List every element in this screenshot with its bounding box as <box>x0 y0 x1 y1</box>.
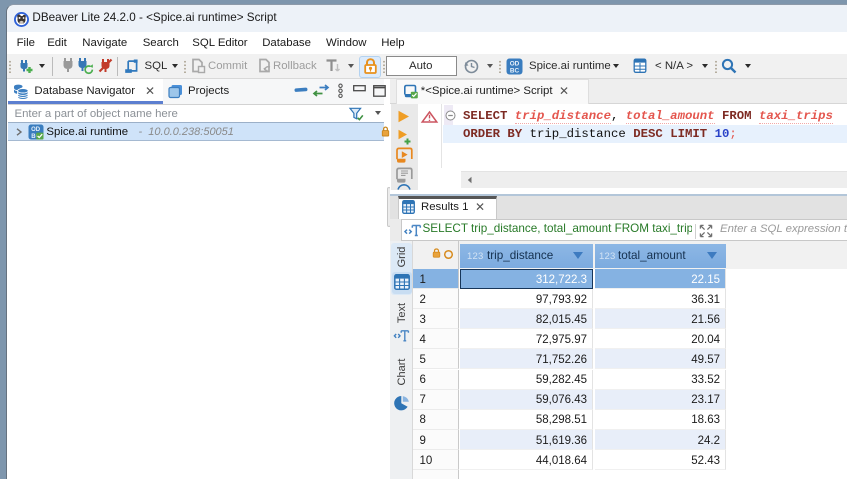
svg-text:OD: OD <box>510 60 520 67</box>
svg-text:OD: OD <box>31 127 41 133</box>
svg-text:BC: BC <box>510 67 520 74</box>
